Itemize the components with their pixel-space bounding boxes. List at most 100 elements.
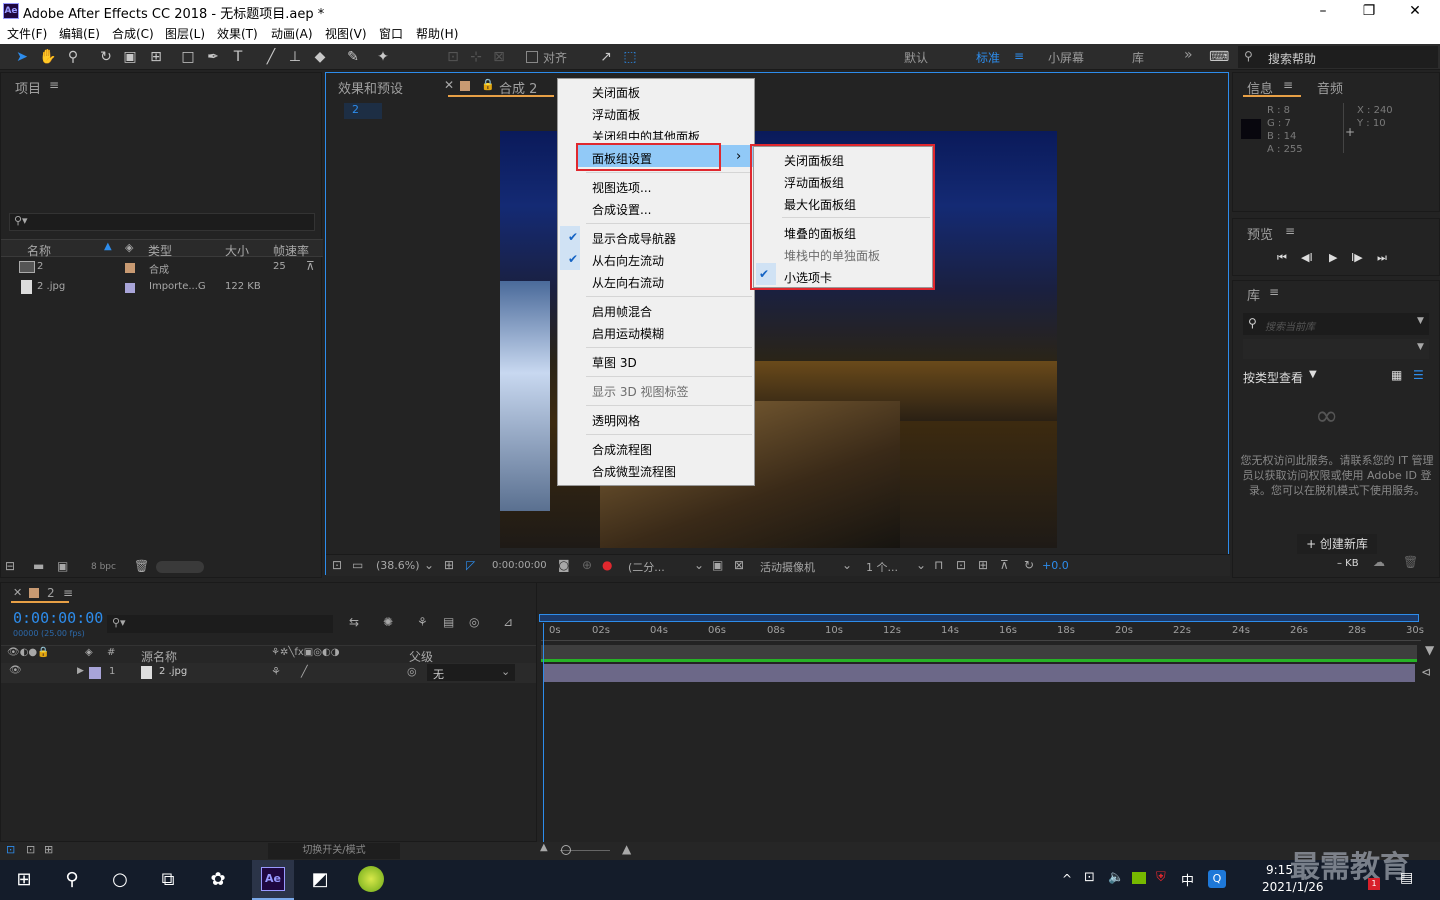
panel-menu-icon[interactable]: ≡ bbox=[63, 586, 73, 600]
view-axis-icon[interactable]: ⊠ bbox=[489, 47, 509, 67]
exposure-value[interactable]: +0.0 bbox=[1042, 559, 1069, 572]
menu-edit[interactable]: 编辑(E) bbox=[59, 25, 100, 42]
menu-item-close-panel[interactable]: 关闭面板 bbox=[592, 84, 640, 101]
comp-button-icon[interactable]: ▼ bbox=[1425, 643, 1434, 657]
menu-item-flow-right-to-left[interactable]: 从右向左流动 bbox=[592, 252, 664, 269]
workspace-small-screen[interactable]: 小屏幕 bbox=[1048, 49, 1084, 66]
workspace-standard[interactable]: 标准 bbox=[976, 49, 1000, 66]
label-tag-icon[interactable]: ◈ bbox=[85, 647, 93, 658]
qq-icon[interactable]: Q bbox=[1208, 870, 1226, 888]
volume-icon[interactable]: 🔈 bbox=[1108, 870, 1124, 885]
quality-switch-icon[interactable]: ╱ bbox=[301, 665, 308, 678]
create-library-button[interactable]: + 创建新库 bbox=[1297, 534, 1377, 554]
snap-options-icon[interactable]: ⬚ bbox=[620, 47, 640, 67]
menu-item-float-panel[interactable]: 浮动面板 bbox=[592, 106, 640, 123]
menu-item-comp-mini-flowchart[interactable]: 合成微型流程图 bbox=[592, 463, 676, 480]
chevron-down-icon[interactable]: ⌄ bbox=[916, 558, 926, 572]
column-size[interactable]: 大小 bbox=[225, 242, 249, 259]
shy-switch-icon[interactable]: ⚘ bbox=[271, 665, 281, 678]
align-checkbox[interactable] bbox=[526, 51, 538, 63]
close-tab-icon[interactable]: ✕ bbox=[444, 78, 454, 92]
view-by-type-dropdown[interactable]: 按类型查看 bbox=[1243, 369, 1303, 386]
bpc-label[interactable]: 8 bpc bbox=[91, 562, 116, 572]
panel-menu-icon[interactable]: ≡ bbox=[49, 78, 59, 92]
workspace-default[interactable]: 默认 bbox=[904, 49, 928, 66]
layer-name[interactable]: 2 .jpg bbox=[159, 666, 187, 677]
menu-item-show-navigator[interactable]: 显示合成导航器 bbox=[592, 230, 676, 247]
label-tag-icon[interactable]: ◈ bbox=[125, 241, 133, 254]
in-out-icon[interactable]: ⊞ bbox=[44, 843, 53, 856]
hand-tool-icon[interactable]: ✋ bbox=[38, 47, 58, 67]
flowchart-icon[interactable]: ⊼ bbox=[306, 259, 315, 273]
region-of-interest-icon[interactable]: ◸ bbox=[466, 558, 475, 572]
timeline-tab[interactable]: 2 bbox=[47, 586, 55, 600]
chevron-down-icon[interactable]: ⌄ bbox=[842, 558, 852, 572]
pan-behind-tool-icon[interactable]: ⊞ bbox=[146, 47, 166, 67]
zoom-out-icon[interactable]: ▲ bbox=[540, 842, 548, 853]
column-name[interactable]: 名称 bbox=[27, 242, 51, 259]
toggle-pixel-aspect-icon[interactable]: ⊓ bbox=[934, 558, 943, 572]
action-center-icon[interactable]: ▤ bbox=[1400, 870, 1413, 886]
panel-menu-icon[interactable]: ≡ bbox=[1285, 224, 1295, 238]
show-snapshot-icon[interactable]: ⊕ bbox=[582, 558, 592, 572]
menu-item-flow-left-to-right[interactable]: 从左向右流动 bbox=[592, 274, 664, 291]
magnification-dropdown[interactable]: (38.6%) bbox=[376, 559, 420, 572]
camera-tool-icon[interactable]: ▣ bbox=[120, 47, 140, 67]
chevron-down-icon[interactable]: ▼ bbox=[1309, 369, 1317, 380]
menu-item-comp-flowchart[interactable]: 合成流程图 bbox=[592, 441, 652, 458]
zoom-slider-handle[interactable] bbox=[561, 845, 571, 855]
menu-composition[interactable]: 合成(C) bbox=[112, 25, 154, 42]
effects-presets-tab[interactable]: 效果和预设 bbox=[338, 78, 403, 97]
cortana-icon[interactable]: ○ bbox=[100, 866, 140, 894]
time-graph[interactable]: ▼ ⊲ bbox=[536, 583, 1440, 843]
parent-dropdown[interactable]: 无 ⌄ bbox=[427, 664, 515, 681]
toggle-switches-modes-button[interactable]: 切换开关/模式 bbox=[268, 843, 400, 859]
snapshot-icon[interactable]: ◙ bbox=[558, 558, 570, 572]
interpret-footage-icon[interactable]: ⊟ bbox=[5, 559, 15, 573]
column-type[interactable]: 类型 bbox=[148, 242, 172, 259]
camera-dropdown[interactable]: 活动摄像机 bbox=[760, 559, 815, 575]
workspace-settings-icon[interactable]: ⌨ bbox=[1209, 47, 1229, 67]
lock-icon[interactable]: 🔒 bbox=[481, 78, 495, 91]
zoom-tool-icon[interactable]: ⚲ bbox=[63, 47, 83, 67]
menu-effect[interactable]: 效果(T) bbox=[217, 25, 258, 42]
table-row[interactable]: 2 合成 25 ⊼ bbox=[1, 259, 315, 277]
clone-stamp-tool-icon[interactable]: ⊥ bbox=[285, 47, 305, 67]
eraser-tool-icon[interactable]: ◆ bbox=[310, 47, 330, 67]
current-time[interactable]: 0:00:00:00 bbox=[492, 560, 547, 571]
pen-tool-icon[interactable]: ✒ bbox=[203, 47, 223, 67]
channel-icon[interactable]: ● bbox=[602, 558, 612, 572]
switches-header-icon[interactable]: ⚘✲╲fx▣◎◐◑ bbox=[271, 647, 339, 658]
security-icon[interactable]: ⛨ bbox=[1156, 870, 1166, 885]
monitor-icon[interactable]: ▭ bbox=[352, 558, 363, 572]
snap-icon[interactable]: ↗ bbox=[596, 47, 616, 67]
last-frame-icon[interactable]: ⏭ bbox=[1377, 251, 1387, 265]
views-dropdown[interactable]: 1 个... bbox=[866, 559, 898, 575]
timeline-timecode[interactable]: 0:00:00:00 bbox=[13, 609, 103, 627]
cloud-sync-icon[interactable]: ☁ bbox=[1373, 555, 1385, 569]
audio-tab[interactable]: 音频 bbox=[1317, 78, 1343, 97]
timeline-icon[interactable]: ⊞ bbox=[978, 558, 988, 572]
comp-mini-flowchart-icon[interactable]: ⇆ bbox=[349, 615, 359, 629]
menu-animation[interactable]: 动画(A) bbox=[271, 25, 313, 42]
work-area-bar[interactable] bbox=[539, 614, 1419, 622]
always-preview-icon[interactable]: ⊡ bbox=[332, 558, 342, 572]
table-row[interactable]: 2 .jpg Importe...G 122 KB bbox=[1, 279, 301, 297]
menu-help[interactable]: 帮助(H) bbox=[416, 25, 458, 42]
brush-tool-icon[interactable]: ╱ bbox=[261, 47, 281, 67]
panel-menu-icon[interactable]: ≡ bbox=[1283, 78, 1293, 92]
show-hidden-icons-icon[interactable]: ^ bbox=[1062, 872, 1072, 886]
puppet-pin-tool-icon[interactable]: ✦ bbox=[373, 47, 393, 67]
menu-item-enable-frame-blending[interactable]: 启用帧混合 bbox=[592, 303, 652, 320]
trash-icon[interactable]: 🗑 bbox=[1403, 555, 1418, 569]
thumbnail-scrollbar[interactable] bbox=[156, 561, 204, 573]
project-search-input[interactable]: ⚲▾ bbox=[9, 213, 315, 231]
search-icon[interactable]: ⚲ bbox=[52, 866, 92, 894]
rotate-tool-icon[interactable]: ↻ bbox=[96, 47, 116, 67]
panel-menu-icon[interactable]: ≡ bbox=[1269, 285, 1279, 299]
first-frame-icon[interactable]: ⏮ bbox=[1277, 251, 1287, 265]
maximize-button[interactable]: ❐ bbox=[1346, 0, 1392, 22]
chevron-down-icon[interactable]: ⌄ bbox=[424, 558, 434, 572]
toggle-view-icon[interactable]: ⊲ bbox=[1421, 665, 1431, 679]
selection-tool-icon[interactable]: ➤ bbox=[12, 47, 32, 67]
